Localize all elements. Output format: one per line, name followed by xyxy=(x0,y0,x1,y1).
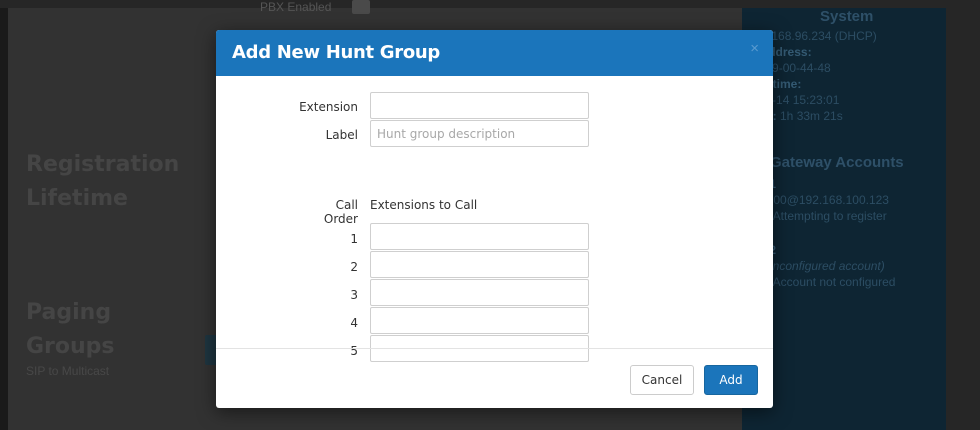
cancel-button[interactable]: Cancel xyxy=(630,365,694,395)
registration-heading: Registration xyxy=(26,152,180,177)
call-order-number: 1 xyxy=(350,232,358,246)
call-order-number: 4 xyxy=(350,316,358,330)
pbx-enabled-dropdown xyxy=(352,0,370,14)
modal-title: Add New Hunt Group xyxy=(232,42,441,63)
extension-to-call-input-1[interactable] xyxy=(370,223,589,250)
top-bar xyxy=(0,0,980,8)
extension-to-call-input-4[interactable] xyxy=(370,307,589,334)
close-icon[interactable]: × xyxy=(750,40,759,57)
extension-input[interactable] xyxy=(370,92,589,119)
groups-heading: Groups xyxy=(26,334,115,359)
system-title: System xyxy=(820,8,874,25)
extension-to-call-input-3[interactable] xyxy=(370,279,589,306)
add-hunt-group-modal: Add New Hunt Group × Extension Label Cal… xyxy=(216,30,773,408)
gateway-accounts-title: Gateway Accounts xyxy=(770,154,904,171)
paging-subtitle: SIP to Multicast xyxy=(26,364,110,378)
lifetime-heading: Lifetime xyxy=(26,186,128,211)
modal-body: Extension Label Call Order Extensions to… xyxy=(216,76,773,362)
add-button[interactable]: Add xyxy=(704,365,758,395)
call-order-number: 3 xyxy=(350,288,358,302)
call-order-header: Call Order xyxy=(323,198,358,226)
modal-header: Add New Hunt Group × xyxy=(216,30,773,76)
extension-label: Extension xyxy=(299,100,358,114)
pbx-enabled-label: PBX Enabled xyxy=(260,0,332,14)
label-label: Label xyxy=(325,128,358,142)
right-edge-strip xyxy=(946,8,980,430)
modal-footer: Cancel Add xyxy=(216,348,773,408)
extensions-to-call-header: Extensions to Call xyxy=(370,198,478,212)
label-input[interactable] xyxy=(370,120,589,147)
extension-to-call-input-2[interactable] xyxy=(370,251,589,278)
call-order-number: 2 xyxy=(350,260,358,274)
paging-heading: Paging xyxy=(26,300,112,325)
